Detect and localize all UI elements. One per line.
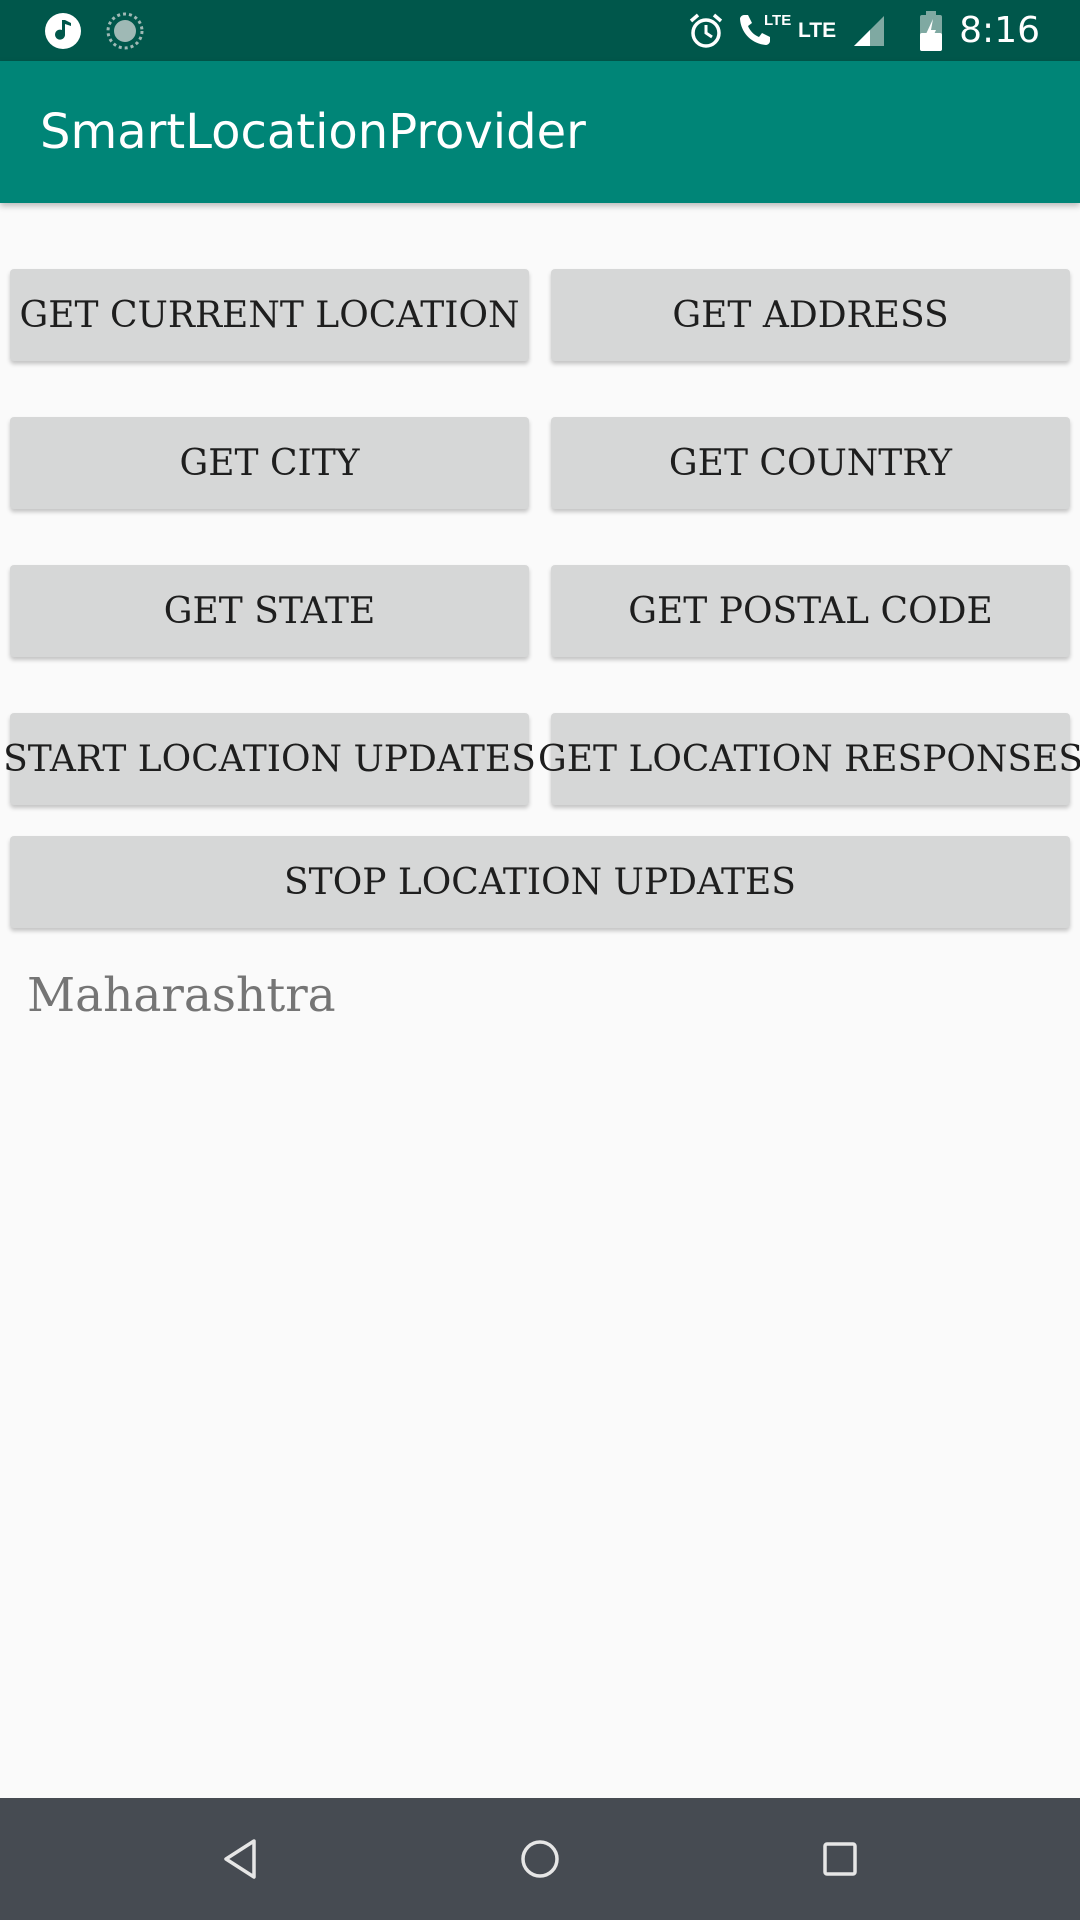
app-bar: SmartLocationProvider <box>0 61 1080 203</box>
get-address-button[interactable]: GET ADDRESS <box>551 269 1070 361</box>
result-text: Maharashtra <box>27 968 336 1023</box>
get-city-button[interactable]: GET CITY <box>10 417 529 509</box>
call-lte-icon: LTE <box>734 0 792 61</box>
recents-icon[interactable] <box>780 1798 900 1920</box>
get-country-button[interactable]: GET COUNTRY <box>551 417 1070 509</box>
status-bar: LTE LTE 8:16 <box>0 0 1080 61</box>
signal-icon <box>852 0 886 61</box>
start-location-updates-button[interactable]: START LOCATION UPDATES <box>3 713 536 805</box>
clock: 8:16 <box>959 10 1040 51</box>
lte-label: LTE <box>798 18 837 42</box>
get-state-button[interactable]: GET STATE <box>10 565 529 657</box>
back-icon[interactable] <box>180 1798 300 1920</box>
get-current-location-button[interactable]: GET CURRENT LOCATION <box>10 269 529 361</box>
home-icon[interactable] <box>480 1798 600 1920</box>
get-location-responses-button[interactable]: GET LOCATION RESPONSES <box>538 713 1080 805</box>
music-icon <box>44 0 82 61</box>
alarm-icon <box>686 0 726 61</box>
get-postal-code-button[interactable]: GET POSTAL CODE <box>551 565 1070 657</box>
battery-icon <box>918 0 944 61</box>
app-title: SmartLocationProvider <box>40 104 586 160</box>
sync-icon <box>106 0 144 61</box>
stop-location-updates-button[interactable]: STOP LOCATION UPDATES <box>10 836 1070 928</box>
navigation-bar <box>0 1798 1080 1920</box>
call-lte-label: LTE <box>764 12 791 29</box>
